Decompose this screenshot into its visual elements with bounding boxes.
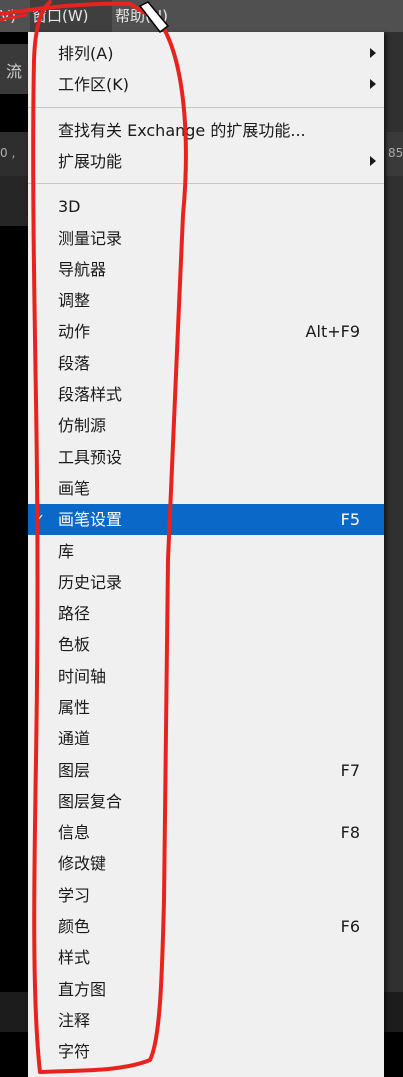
menu-item-shortcut: F7 — [340, 761, 360, 780]
menu-item-label: 仿制源 — [58, 416, 107, 435]
menu-item-label: 信息 — [58, 823, 91, 842]
ruler-number-right: 85 — [388, 146, 403, 160]
menu-item[interactable]: 修改键 — [28, 848, 384, 879]
menu-item-label: 时间轴 — [58, 667, 107, 686]
menu-item[interactable]: 扩展功能 — [28, 146, 384, 177]
menu-item[interactable]: 段落样式 — [28, 379, 384, 410]
flow-label-fragment: 流 — [6, 62, 23, 81]
menu-item-label: 路径 — [58, 604, 91, 623]
menu-item-label: 查找有关 Exchange 的扩展功能... — [58, 121, 306, 140]
menu-item[interactable]: 工作区(K) — [28, 69, 384, 100]
menu-item[interactable]: 通道 — [28, 723, 384, 754]
menu-item[interactable]: 路径 — [28, 598, 384, 629]
menu-item[interactable]: 导航器 — [28, 254, 384, 285]
menu-item-label: 图层复合 — [58, 792, 123, 811]
menu-item[interactable]: 直方图 — [28, 974, 384, 1005]
menu-item-shortcut: Alt+F9 — [305, 322, 360, 341]
menu-item[interactable]: ✓ 画笔设置 F5 — [28, 504, 384, 535]
menu-item-label: 图层 — [58, 761, 91, 780]
menu-separator — [28, 107, 384, 108]
menu-item[interactable]: 历史记录 — [28, 567, 384, 598]
document-tab-fragment — [0, 176, 30, 226]
menu-item[interactable]: 3D — [28, 191, 384, 222]
menubar-item-help[interactable]: 帮助(H) — [115, 0, 205, 32]
menubar-item-window[interactable]: 窗口(W) — [30, 0, 112, 32]
menu-item-label: 导航器 — [58, 260, 107, 279]
menu-item-label: 色板 — [58, 635, 91, 654]
menubar-item-view-fragment[interactable]: V) — [0, 0, 16, 32]
menu-item-label: 调整 — [58, 291, 91, 310]
window-menu-dropdown: 排列(A) 工作区(K) 查找有关 Exchange 的扩展功能... 扩展功能 3D 测… — [28, 32, 384, 1077]
menu-item-label: 测量记录 — [58, 229, 123, 248]
menu-item[interactable]: 仿制源 — [28, 410, 384, 441]
menu-item[interactable]: 图层 F7 — [28, 755, 384, 786]
menu-item-label: 工作区(K) — [58, 75, 129, 94]
menu-item-label: 颜色 — [58, 917, 91, 936]
menu-item-shortcut: F6 — [340, 917, 360, 936]
menu-item-label: 属性 — [58, 698, 91, 717]
menu-item-label: 通道 — [58, 729, 91, 748]
menu-item-label: 排列(A) — [58, 44, 114, 63]
menu-item[interactable]: 信息 F8 — [28, 817, 384, 848]
menu-item[interactable]: 颜色 F6 — [28, 911, 384, 942]
menu-item[interactable]: 查找有关 Exchange 的扩展功能... — [28, 115, 384, 146]
menu-item-label: 段落 — [58, 354, 91, 373]
menu-item-label: 库 — [58, 542, 75, 561]
menu-item-label: 段落样式 — [58, 385, 123, 404]
menu-item[interactable]: 动作 Alt+F9 — [28, 316, 384, 347]
menu-item-label: 学习 — [58, 886, 91, 905]
menu-item-label: 修改键 — [58, 854, 107, 873]
menu-item[interactable]: 测量记录 — [28, 223, 384, 254]
menu-item-label: 样式 — [58, 948, 91, 967]
menu-item[interactable]: 工具预设 — [28, 442, 384, 473]
menu-item-label: 扩展功能 — [58, 152, 123, 171]
checkmark-icon: ✓ — [34, 512, 45, 527]
menu-item[interactable]: 学习 — [28, 880, 384, 911]
menu-item-label: 字符 — [58, 1042, 91, 1061]
menu-item-label: 画笔 — [58, 479, 91, 498]
menu-separator — [28, 183, 384, 184]
right-panel-fragment — [384, 32, 403, 992]
menu-item-label: 动作 — [58, 322, 91, 341]
menu-item[interactable]: 注释 — [28, 1005, 384, 1036]
menu-item-label: 历史记录 — [58, 573, 123, 592]
menu-item-label: 注释 — [58, 1011, 91, 1030]
menu-item[interactable]: 时间轴 — [28, 661, 384, 692]
menubar: V) 窗口(W) 帮助(H) — [0, 0, 403, 32]
menu-item[interactable]: 属性 — [28, 692, 384, 723]
menu-item[interactable]: 画笔 — [28, 473, 384, 504]
menu-item[interactable]: 字符 — [28, 1036, 384, 1067]
menu-item[interactable]: 排列(A) — [28, 38, 384, 69]
menu-item-label: 3D — [58, 197, 81, 216]
ruler-number-left: 0 , — [0, 146, 16, 160]
menu-item[interactable]: 样式 — [28, 942, 384, 973]
menu-item[interactable]: 库 — [28, 536, 384, 567]
submenu-arrow-icon — [370, 79, 376, 89]
menu-item-label: 工具预设 — [58, 448, 123, 467]
menu-item[interactable]: 调整 — [28, 285, 384, 316]
menu-item[interactable]: 色板 — [28, 629, 384, 660]
menu-item[interactable]: 段落 — [28, 348, 384, 379]
menu-item[interactable]: 图层复合 — [28, 786, 384, 817]
submenu-arrow-icon — [370, 156, 376, 166]
photoshop-screen: V) 窗口(W) 帮助(H) 流 0 , 85 排列(A) 工作区(K) 查找有关 … — [0, 0, 403, 1077]
menu-item-label: 画笔设置 — [58, 510, 123, 529]
menu-item-shortcut: F8 — [340, 823, 360, 842]
submenu-arrow-icon — [370, 48, 376, 58]
menu-item-label: 直方图 — [58, 980, 107, 999]
menu-item-shortcut: F5 — [340, 510, 360, 529]
